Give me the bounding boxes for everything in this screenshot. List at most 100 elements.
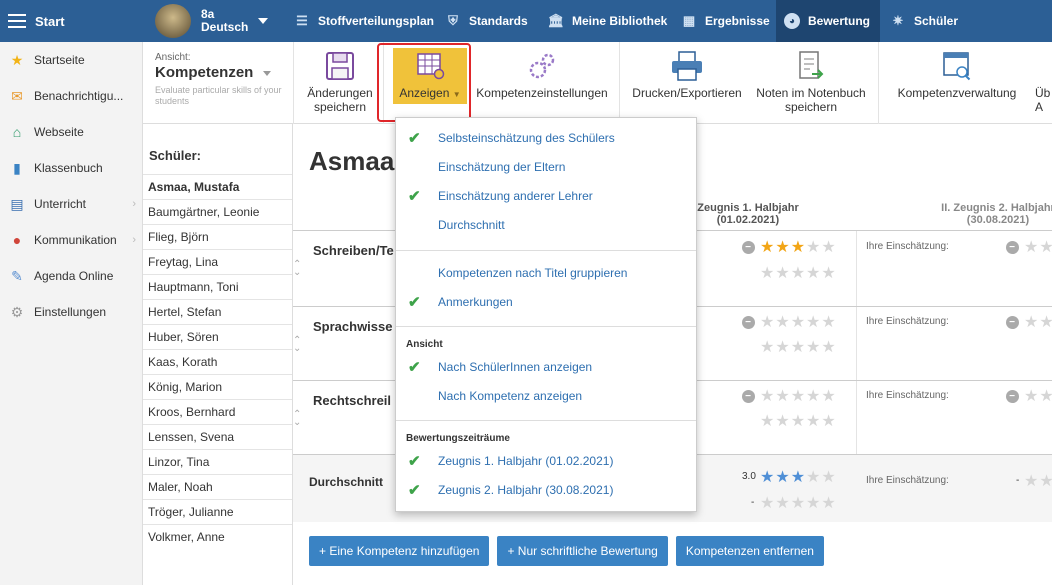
star-rating[interactable]: − ★ ★ bbox=[1006, 237, 1052, 257]
student-item[interactable]: Kaas, Korath bbox=[143, 349, 292, 374]
average-dash: - bbox=[1016, 475, 1020, 486]
menu-item-anmerkungen[interactable]: ✔ Anmerkungen bbox=[396, 288, 696, 316]
nav-ergebnisse[interactable]: ▦ Ergebnisse bbox=[673, 0, 778, 42]
menu-item-zeugnis-1[interactable]: ✔ Zeugnis 1. Halbjahr (01.02.2021) bbox=[396, 447, 696, 475]
clear-rating-icon[interactable]: − bbox=[742, 315, 755, 329]
star-icon[interactable]: ★ bbox=[760, 237, 775, 257]
menu-item-eltern[interactable]: Einschätzung der Eltern bbox=[396, 153, 696, 181]
star-rating: ★ ★ ★ ★ ★ bbox=[760, 337, 837, 357]
star-icon[interactable]: ★ bbox=[775, 312, 790, 332]
student-item[interactable]: Flieg, Björn bbox=[143, 224, 292, 249]
sidebar-item-klassenbuch[interactable]: ▮ Klassenbuch bbox=[0, 150, 142, 186]
star-icon[interactable]: ★ bbox=[760, 312, 775, 332]
star-icon[interactable]: ★ bbox=[1024, 386, 1039, 406]
check-icon: ✔ bbox=[408, 453, 421, 470]
star-icon[interactable]: ★ bbox=[1024, 237, 1039, 257]
star-icon[interactable]: ★ bbox=[791, 237, 806, 257]
star-icon[interactable]: ★ bbox=[760, 386, 775, 406]
sidebar-item-unterricht[interactable]: ▤ Unterricht › bbox=[0, 186, 142, 222]
menu-item-selbsteinschaetzung[interactable]: ✔ Selbsteinschätzung des Schülers bbox=[396, 124, 696, 152]
sidebar-item-kommunikation[interactable]: ● Kommunikation › bbox=[0, 222, 142, 258]
clear-rating-icon[interactable]: − bbox=[742, 240, 755, 254]
nav-meine-bibliothek[interactable]: 🏛 Meine Bibliothek bbox=[540, 0, 675, 42]
student-item[interactable]: König, Marion bbox=[143, 374, 292, 399]
overflow-toolbar-button[interactable]: Üb A bbox=[1035, 50, 1052, 114]
print-export-button[interactable]: Drucken/Exportieren bbox=[631, 50, 743, 100]
student-item[interactable]: Tröger, Julianne bbox=[143, 499, 292, 524]
library-icon: 🏛 bbox=[547, 13, 565, 28]
star-icon[interactable]: ★ bbox=[1039, 386, 1052, 406]
student-item[interactable]: Hertel, Stefan bbox=[143, 299, 292, 324]
action-buttons: + Eine Kompetenz hinzufügen + Nur schrif… bbox=[309, 536, 832, 566]
menu-item-andere-lehrer[interactable]: ✔ Einschätzung anderer Lehrer bbox=[396, 182, 696, 210]
save-grades-notebook-button[interactable]: Noten im Notenbuch speichern bbox=[751, 50, 871, 114]
clear-rating-icon[interactable]: − bbox=[742, 389, 755, 403]
nav-standards[interactable]: ⛨ Standards bbox=[437, 0, 536, 42]
star-rating[interactable]: − ★ ★ ★ ★ ★ bbox=[742, 386, 837, 406]
home-icon: ⌂ bbox=[12, 124, 22, 140]
star-icon[interactable]: ★ bbox=[806, 237, 821, 257]
student-item[interactable]: Freytag, Lina bbox=[143, 249, 292, 274]
star-icon[interactable]: ★ bbox=[821, 386, 836, 406]
star-icon[interactable]: ★ bbox=[1039, 312, 1052, 332]
sidebar-item-label: Kommunikation bbox=[34, 233, 117, 247]
star-icon[interactable]: ★ bbox=[1024, 312, 1039, 332]
view-selector[interactable]: Ansicht: Kompetenzen Evaluate particular… bbox=[155, 52, 285, 107]
print-export-label: Drucken/Exportieren bbox=[632, 86, 742, 100]
written-assessment-button[interactable]: + Nur schriftliche Bewertung bbox=[497, 536, 668, 566]
save-changes-button[interactable]: Änderungen speichern bbox=[303, 50, 377, 114]
student-item[interactable]: Kroos, Bernhard bbox=[143, 399, 292, 424]
reorder-arrows-icon[interactable]: ⌃ ⌄ bbox=[293, 260, 301, 278]
sidebar-item-einstellungen[interactable]: ⚙ Einstellungen bbox=[0, 294, 142, 330]
menu-item-gruppieren[interactable]: Kompetenzen nach Titel gruppieren bbox=[396, 259, 696, 287]
reorder-arrows-icon[interactable]: ⌃ ⌄ bbox=[293, 336, 301, 354]
student-item[interactable]: Asmaa, Mustafa bbox=[143, 174, 292, 199]
sidebar-item-webseite[interactable]: ⌂ Webseite bbox=[0, 114, 142, 150]
star-rating[interactable]: − ★ ★ bbox=[1006, 312, 1052, 332]
clear-rating-icon[interactable]: − bbox=[1006, 389, 1019, 403]
clear-rating-icon[interactable]: − bbox=[1006, 240, 1019, 254]
sidebar-item-startseite[interactable]: ★ Startseite bbox=[0, 42, 142, 78]
kompetenzeinstellungen-button[interactable]: Kompetenzeinstellungen bbox=[473, 50, 611, 100]
nav-bewertung[interactable]: ◕ Bewertung bbox=[776, 0, 880, 42]
star-rating[interactable]: − ★ ★ ★ ★ ★ bbox=[742, 312, 837, 332]
menu-item-zeugnis-2[interactable]: ✔ Zeugnis 2. Halbjahr (30.08.2021) bbox=[396, 476, 696, 504]
save-grades-notebook-label: Noten im Notenbuch speichern bbox=[756, 86, 866, 114]
reorder-arrows-icon[interactable]: ⌃ ⌄ bbox=[293, 410, 301, 428]
toolbar-divider bbox=[878, 42, 879, 124]
remove-competences-button[interactable]: Kompetenzen entfernen bbox=[675, 536, 824, 566]
nav-schueler[interactable]: ✷ Schüler bbox=[882, 0, 966, 42]
student-item[interactable]: Hauptmann, Toni bbox=[143, 274, 292, 299]
star-icon[interactable]: ★ bbox=[1039, 237, 1052, 257]
student-list: Schüler: Asmaa, Mustafa Baumgärtner, Leo… bbox=[143, 124, 293, 585]
menu-item-nach-kompetenz[interactable]: Nach Kompetenz anzeigen bbox=[396, 382, 696, 410]
student-item[interactable]: Linzor, Tina bbox=[143, 449, 292, 474]
class-selector[interactable]: 8a Deutsch bbox=[155, 4, 269, 38]
class-avatar bbox=[155, 4, 191, 38]
sidebar-item-agenda-online[interactable]: ✎ Agenda Online bbox=[0, 258, 142, 294]
menu-item-durchschnitt[interactable]: Durchschnitt bbox=[396, 211, 696, 239]
sidebar-item-benachrichtigungen[interactable]: ✉ Benachrichtigu... bbox=[0, 78, 142, 114]
star-icon[interactable]: ★ bbox=[821, 312, 836, 332]
student-item[interactable]: Lenssen, Svena bbox=[143, 424, 292, 449]
add-competence-button[interactable]: + Eine Kompetenz hinzufügen bbox=[309, 536, 490, 566]
star-icon[interactable]: ★ bbox=[775, 386, 790, 406]
star-icon[interactable]: ★ bbox=[791, 312, 806, 332]
kompetenzverwaltung-button[interactable]: Kompetenzverwaltung bbox=[887, 50, 1027, 100]
star-icon[interactable]: ★ bbox=[806, 386, 821, 406]
student-item[interactable]: Baumgärtner, Leonie bbox=[143, 199, 292, 224]
clear-rating-icon[interactable]: − bbox=[1006, 315, 1019, 329]
star-icon[interactable]: ★ bbox=[775, 237, 790, 257]
menu-item-nach-schuelern[interactable]: ✔ Nach SchülerInnen anzeigen bbox=[396, 353, 696, 381]
student-item[interactable]: Volkmer, Anne bbox=[143, 524, 292, 549]
menu-divider bbox=[396, 250, 696, 251]
start-menu-button[interactable]: Start bbox=[0, 0, 143, 42]
nav-stoffverteilungsplan[interactable]: ☰ Stoffverteilungsplan bbox=[286, 0, 442, 42]
student-item[interactable]: Huber, Sören bbox=[143, 324, 292, 349]
star-icon[interactable]: ★ bbox=[806, 312, 821, 332]
student-item[interactable]: Maler, Noah bbox=[143, 474, 292, 499]
star-rating[interactable]: − ★ ★ bbox=[1006, 386, 1052, 406]
star-icon[interactable]: ★ bbox=[821, 237, 836, 257]
star-rating[interactable]: − ★ ★ ★ ★ ★ bbox=[742, 237, 837, 257]
star-icon[interactable]: ★ bbox=[791, 386, 806, 406]
